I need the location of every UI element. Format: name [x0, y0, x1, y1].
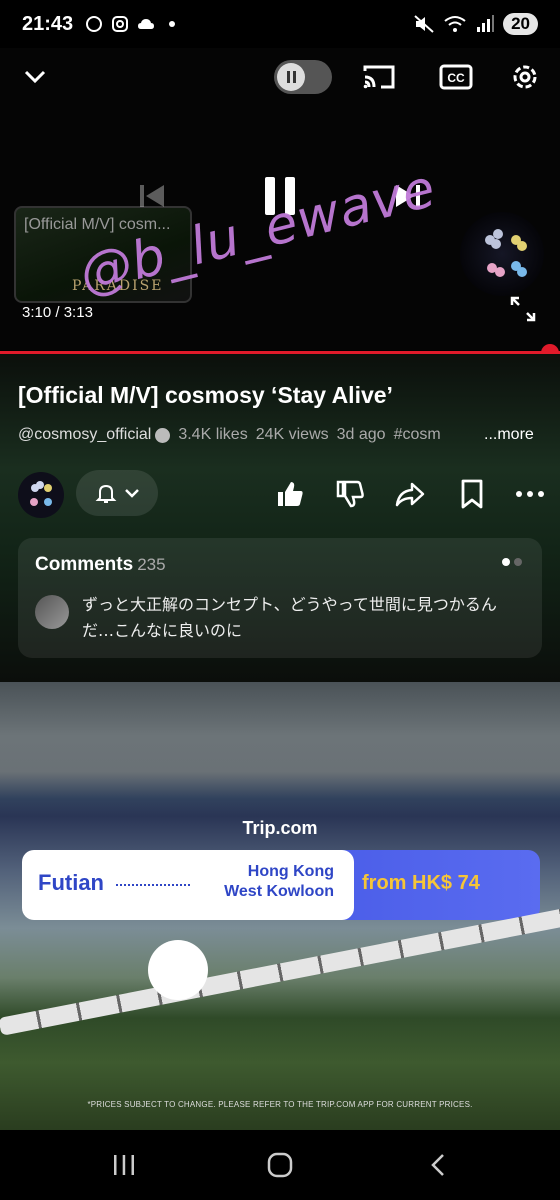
cloud-icon — [138, 19, 155, 29]
duration-time: 3:13 — [63, 304, 93, 321]
pause-button[interactable] — [258, 174, 302, 218]
comments-label: Comments — [35, 554, 134, 575]
svg-text:CC: CC — [447, 71, 465, 85]
home-button[interactable] — [260, 1150, 300, 1180]
like-icon[interactable] — [274, 478, 306, 510]
up-next-overlay-text: PARADISE — [72, 278, 164, 294]
upload-age: 3d ago — [336, 426, 386, 443]
chevron-down-icon — [24, 70, 46, 84]
top-comment-text: ずっと大正解のコンセプト、どうやって世間に見つかるんだ…こんなに良いのに — [82, 595, 497, 640]
commenter-avatar — [35, 595, 69, 629]
bell-icon — [95, 484, 117, 503]
back-button[interactable] — [418, 1150, 458, 1180]
ad-from-city: Futian — [38, 870, 104, 895]
more-options-icon[interactable] — [514, 478, 546, 510]
instagram-icon — [112, 16, 129, 32]
video-player[interactable]: CC [Official M/V] cosm... PARADISE 3:10 … — [0, 48, 560, 350]
channel-avatar-icon — [30, 481, 52, 506]
channel-avatar[interactable] — [18, 472, 64, 518]
video-ad[interactable]: Trip.com from HK$ 74 Futian Hong Kong We… — [0, 682, 560, 1130]
ad-to-city-line2: West Kowloon — [224, 883, 334, 900]
previous-icon — [140, 185, 164, 207]
ad-to-city-line1: Hong Kong — [247, 863, 334, 880]
route-dash — [116, 884, 190, 886]
notification-dot-icon — [169, 21, 176, 27]
action-row — [0, 468, 560, 518]
video-meta[interactable]: @cosmosy_official 3.4K likes 24K views 3… — [18, 426, 441, 444]
next-button[interactable] — [390, 178, 426, 214]
time-separator: / — [51, 304, 64, 321]
chat-bubble-icon — [86, 16, 103, 32]
cast-icon — [363, 65, 395, 89]
ad-price: from HK$ 74 — [362, 872, 480, 894]
signal-icon — [477, 15, 495, 32]
comments-panel[interactable]: Comments 235 ずっと大正解のコンセプト、どうやって世間に見つかるんだ…… — [18, 538, 542, 658]
carousel-dots — [502, 558, 522, 566]
pause-icon — [265, 177, 295, 215]
hashtag[interactable]: #cosm — [394, 426, 441, 444]
up-next-title: [Official M/V] cosm... — [24, 216, 171, 233]
video-title[interactable]: [Official M/V] cosmosy ‘Stay Alive’ — [18, 382, 393, 409]
more-link[interactable]: ...more — [484, 426, 534, 444]
verified-icon — [155, 427, 171, 443]
autoplay-toggle-icon — [277, 63, 305, 91]
chevron-down-icon — [125, 489, 139, 498]
previous-button[interactable] — [134, 178, 170, 214]
channel-handle[interactable]: @cosmosy_official — [18, 426, 151, 444]
share-icon[interactable] — [394, 478, 426, 510]
ad-train-image — [0, 903, 560, 1036]
captions-icon: CC — [439, 64, 473, 90]
recent-apps-icon — [114, 1155, 134, 1175]
captions-button[interactable]: CC — [437, 60, 475, 94]
ad-to-city: Hong Kong West Kowloon — [202, 862, 334, 902]
ad-brand: Trip.com — [242, 818, 318, 838]
flower-art-icon — [485, 229, 527, 277]
system-nav-bar — [0, 1130, 560, 1200]
comments-count: 235 — [137, 555, 166, 574]
dislike-icon[interactable] — [334, 478, 366, 510]
elapsed-time: 3:10 — [22, 304, 52, 321]
subscription-bell-button[interactable] — [76, 470, 158, 516]
ad-tap-circle[interactable] — [148, 940, 208, 1000]
up-next-thumbnail[interactable]: [Official M/V] cosm... PARADISE — [14, 206, 192, 303]
channel-art — [460, 212, 544, 296]
back-icon — [431, 1154, 444, 1176]
next-icon — [396, 185, 420, 207]
status-time: 21:43 — [22, 12, 74, 35]
battery-indicator: 20 — [503, 13, 538, 35]
views-count: 24K views — [255, 426, 329, 443]
playback-time: 3:10 / 3:13 — [22, 304, 93, 321]
wifi-icon — [444, 16, 466, 32]
fullscreen-icon — [510, 296, 536, 322]
video-info-section: [Official M/V] cosmosy ‘Stay Alive’ @cos… — [0, 354, 560, 682]
mute-icon — [414, 15, 434, 33]
fullscreen-button[interactable] — [506, 292, 540, 326]
status-right: 20 — [413, 13, 538, 35]
minimize-button[interactable] — [18, 62, 52, 92]
home-icon — [267, 1152, 293, 1178]
status-bar: 21:43 20 — [0, 0, 560, 48]
settings-button[interactable] — [506, 60, 544, 94]
recent-apps-button[interactable] — [104, 1150, 144, 1180]
comments-header: Comments 235 — [35, 554, 166, 576]
settings-icon — [513, 65, 537, 89]
ad-disclaimer: *PRICES SUBJECT TO CHANGE. PLEASE REFER … — [87, 1100, 473, 1109]
autoplay-toggle[interactable] — [274, 60, 332, 94]
ad-route-card[interactable]: Futian Hong Kong West Kowloon — [22, 850, 354, 920]
save-icon[interactable] — [456, 478, 488, 510]
cast-button[interactable] — [360, 60, 398, 94]
likes-count: 3.4K likes — [178, 426, 248, 443]
